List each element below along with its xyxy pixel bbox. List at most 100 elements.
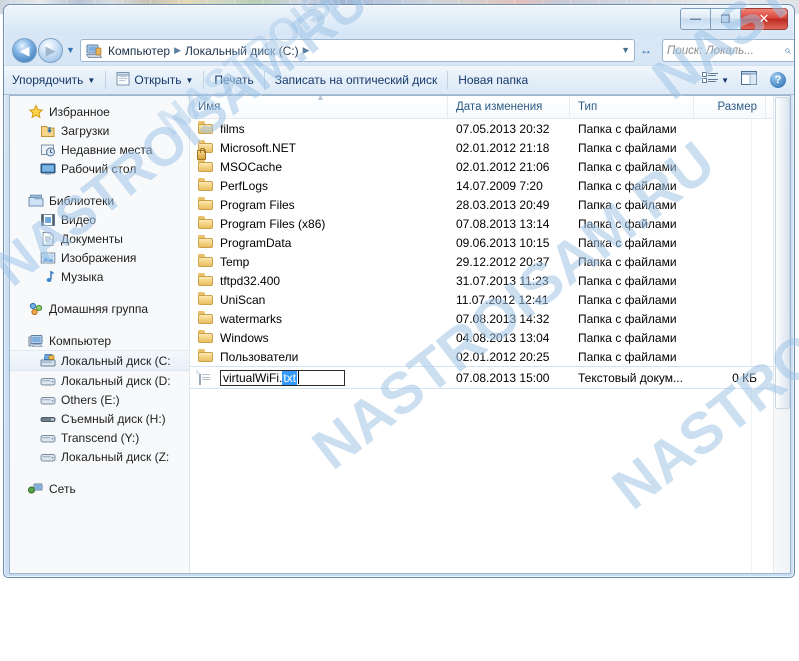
file-name-cell[interactable]: Temp [190,254,448,269]
table-row[interactable]: films 07.05.2013 20:32 Папка с файлами [190,119,790,138]
file-name-label: tftpd32.400 [220,273,281,288]
sidebar-item-pictures[interactable]: Изображения [10,248,189,267]
table-row[interactable]: ProgramData 09.06.2013 10:15 Папка с файла… [190,233,790,252]
file-name-cell[interactable]: PerfLogs [190,178,448,193]
breadcrumb-local-disk-c[interactable]: Локальный диск (C:) [182,43,302,59]
removable-drive-icon [40,411,56,427]
file-name-cell[interactable]: MSOCache [190,148,448,174]
sidebar-item-favorites[interactable]: Избранное [10,102,189,121]
table-row[interactable]: tftpd32.400 31.07.2013 11:23 Папка с файла… [190,271,790,290]
nav-group-homegroup: Домашняя группа [10,299,189,318]
sidebar-item-libraries[interactable]: Библиотеки [10,191,189,210]
burn-to-disc-button[interactable]: Записать на оптический диск [267,69,446,91]
preview-pane-icon[interactable] [741,71,758,89]
table-row[interactable]: Program Files (x86) 07.08.2013 13:14 Папка… [190,214,790,233]
maximize-button[interactable]: ❐ [711,8,741,30]
toolbar: Упорядочить ▼ Открыть ▼ Печать Записать … [4,65,794,95]
sidebar-item-transcend-y[interactable]: Transcend (Y:) [10,428,189,447]
sidebar-item-local-disk-c[interactable]: Локальный диск (C: [10,350,189,371]
rename-input[interactable]: virtualWiFi. txt [220,369,345,386]
help-icon[interactable]: ? [770,72,786,88]
video-icon [40,212,56,228]
table-row[interactable]: Пользователи 02.01.2012 20:25 Папка с файл… [190,347,790,366]
forward-button[interactable]: ▶ [38,38,63,63]
view-dropdown-icon[interactable]: ▼ [721,76,729,85]
drive-icon [40,392,56,408]
new-folder-label: Новая папка [458,73,529,87]
file-name-cell[interactable]: Program Files (x86) [190,216,448,231]
chevron-down-icon: ▼ [185,75,194,85]
table-row[interactable]: Windows 04.08.2013 13:04 Папка с файлами [190,328,790,347]
sidebar-item-local-disk-d[interactable]: Локальный диск (D: [10,371,189,390]
sidebar-item-downloads[interactable]: Загрузки [10,121,189,140]
file-type-cell: Папка с файлами [578,292,677,307]
table-row[interactable]: PerfLogs 14.07.2009 7:20 Папка с файлами [190,176,790,195]
sidebar-item-recent-places[interactable]: Недавние места [10,140,189,159]
file-type-cell: Папка с файлами [578,216,677,231]
network-icon [28,481,44,497]
sidebar-item-documents[interactable]: Документы [10,229,189,248]
sidebar-item-removable-disk-h[interactable]: Съемный диск (H:) [10,409,189,428]
sidebar-item-video[interactable]: Видео [10,210,189,229]
file-name-cell[interactable]: tftpd32.400 [190,273,448,288]
folder-locked-icon [197,148,214,174]
sidebar-item-local-disk-z[interactable]: Локальный диск (Z: [10,447,189,466]
navigation-pane[interactable]: Избранное Загрузки Недавние места Рабочи… [10,96,190,573]
minimize-button[interactable]: — [680,8,711,30]
file-name-cell[interactable]: virtualWiFi. txt [190,369,448,386]
new-folder-button[interactable]: Новая папка [450,69,536,91]
breadcrumb-separator-end-icon[interactable]: ▶ [302,45,311,56]
organize-button[interactable]: Упорядочить ▼ [4,69,103,91]
documents-icon [40,231,56,247]
sidebar-item-others-e[interactable]: Others (E:) [10,390,189,409]
column-header-size[interactable]: Размер [694,96,766,118]
table-row[interactable]: Microsoft.NET 02.01.2012 21:18 Папка с фай… [190,138,790,157]
table-row[interactable]: UniScan 11.07.2012 12:41 Папка с файлами [190,290,790,309]
search-icon: ⌕ [784,43,791,57]
vertical-scrollbar[interactable] [773,96,790,573]
print-button[interactable]: Печать [206,69,261,91]
sidebar-item-music[interactable]: Музыка [10,267,189,286]
text-caret [298,371,300,384]
table-row[interactable]: MSOCache 02.01.2012 21:06 Папка с файлами [190,148,790,176]
sidebar-label: Загрузки [61,123,110,138]
file-name-cell[interactable]: ProgramData [190,235,448,250]
scrollbar-thumb[interactable] [775,97,790,409]
breadcrumb-computer[interactable]: Компьютер [105,43,173,59]
table-row[interactable]: watermarks 07.08.2013 14:32 Папка с файлам… [190,309,790,328]
sidebar-label: Избранное [49,104,110,119]
search-box[interactable]: Поиск: Локаль... ⌕ [662,39,794,62]
file-name-cell[interactable]: watermarks [190,311,448,326]
file-name-cell[interactable]: Пользователи [190,349,448,364]
open-button[interactable]: Открыть ▼ [108,69,201,91]
table-row[interactable]: Program Files 28.03.2013 20:49 Папка с фай… [190,195,790,214]
view-list-icon[interactable] [702,71,719,89]
breadcrumb-separator-icon[interactable]: ▶ [173,45,182,56]
search-input[interactable]: Поиск: Локаль... [667,45,784,57]
sidebar-item-network[interactable]: Сеть [10,479,189,498]
file-name-cell[interactable]: Program Files [190,197,448,212]
address-dropdown-icon[interactable]: ▼ [621,45,630,55]
file-name-cell[interactable]: Microsoft.NET [190,140,448,155]
sidebar-item-computer[interactable]: Компьютер [10,331,189,350]
close-button[interactable]: ✕ [741,8,788,30]
refresh-button[interactable]: ↔ [634,39,658,60]
table-row[interactable]: Temp 29.12.2012 20:37 Папка с файлами [190,252,790,271]
column-header-date[interactable]: Дата изменения [448,96,570,118]
file-list-pane[interactable]: Имя Дата изменения Тип Размер ▲ films 07.… [190,96,790,573]
sidebar-item-homegroup[interactable]: Домашняя группа [10,299,189,318]
file-name-label: UniScan [220,292,266,307]
back-button[interactable]: ◀ [12,38,37,63]
file-date-cell: 07.08.2013 13:14 [456,216,550,231]
sidebar-item-desktop[interactable]: Рабочий стол [10,159,189,178]
file-name-cell[interactable]: films [190,121,448,136]
downloads-icon [40,123,56,139]
print-label: Печать [214,73,254,87]
history-dropdown-button[interactable]: ▼ [64,44,77,56]
address-bar[interactable]: Компьютер ▶ Локальный диск (C:) ▶ ▼ [80,39,635,62]
file-date-cell: 07.08.2013 15:00 [456,370,550,385]
file-name-cell[interactable]: Windows [190,330,448,345]
column-header-type[interactable]: Тип [570,96,694,118]
file-name-cell[interactable]: UniScan [190,292,448,307]
table-row-editing[interactable]: virtualWiFi. txt 07.08.2013 15:00 Тексто… [190,366,790,389]
